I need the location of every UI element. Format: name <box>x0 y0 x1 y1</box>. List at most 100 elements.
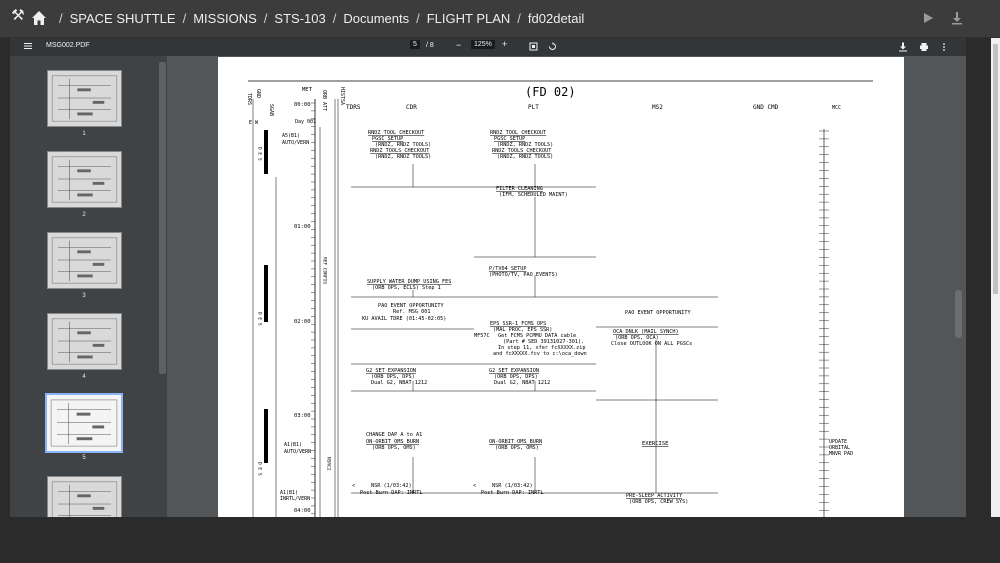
day-label: Day 001 <box>295 119 316 125</box>
water-dump-block: SUPPLY WATER DUMP USING FES (ORB OPS, EC… <box>367 279 451 291</box>
col-header-tdrs: TDRS <box>346 104 361 111</box>
des-label: D E S <box>257 147 263 161</box>
thumbnail-preview <box>51 318 118 365</box>
page-scrollbar-thumb[interactable] <box>993 44 998 294</box>
download-icon[interactable] <box>950 11 964 25</box>
menu-icon[interactable] <box>23 41 33 51</box>
page-thumbnail-5[interactable] <box>45 393 123 453</box>
page-thumbnail-1[interactable] <box>47 70 122 127</box>
col-header-cdr: CDR <box>406 104 417 111</box>
ew-sub-header: E W <box>249 120 259 126</box>
breadcrumb-item-sts-103[interactable]: STS-103 <box>274 11 325 26</box>
thumbnail-preview <box>51 237 118 284</box>
mf57c-label: MF57C <box>474 333 490 339</box>
more-icon[interactable] <box>941 42 947 52</box>
omsp-l2: (ORB OPS, OMS) <box>495 445 539 451</box>
pao-event-block: PAO EVENT OPPORTUNITY Ref. MSG 001 KU AV… <box>362 303 446 322</box>
breadcrumb-item-missions[interactable]: MISSIONS <box>193 11 257 26</box>
breadcrumb-item-current: fd02detail <box>527 11 585 26</box>
orb-att-header: ORB ATT <box>321 90 327 111</box>
ref-config-label: REF CONFIG <box>322 257 328 284</box>
breadcrumb-separator: / <box>182 11 187 26</box>
page-thumbnail-2[interactable] <box>47 151 122 208</box>
col-header-ms2: MS2 <box>652 104 663 111</box>
breadcrumb-item-space-shuttle[interactable]: SPACE SHUTTLE <box>70 11 176 26</box>
page-thumbnail-number: 4 <box>82 374 86 380</box>
dap-l1: CHANGE DAP A to A1 <box>366 432 422 438</box>
sgab-col-header: SGAB <box>268 104 274 116</box>
g2c-l3: Dual G2, NBAT 1212 <box>371 380 427 386</box>
filter-cleaning-block: FILTER CLEANING (IFM, SCHEDULED MAINT) <box>496 186 568 198</box>
met-label-0100: 01:00 <box>294 224 311 230</box>
page-number-input[interactable]: 5 <box>410 40 420 49</box>
rotate-icon[interactable] <box>548 42 557 51</box>
presleep-l2: (ORB OPS, CREW SYS) <box>629 499 688 505</box>
zoom-in-button[interactable]: + <box>502 39 507 49</box>
plt-rndz-block: RNDZ TOOL CHECKOUT PGSC SETUP (RNDZ, RND… <box>490 130 553 160</box>
page-thumbnail-number: 5 <box>82 455 86 461</box>
nsr-cdr-l2: Post Burn DAP: INRTL <box>360 490 422 496</box>
thumbnail-preview <box>50 399 118 447</box>
breadcrumb-item-documents[interactable]: Documents <box>343 11 409 26</box>
viewer-scrollbar[interactable] <box>955 290 962 338</box>
breadcrumb-separator: / <box>263 11 268 26</box>
nsr-vertical-label: NSRC2 <box>326 457 332 471</box>
breadcrumb-separator: / <box>59 11 63 26</box>
water-l2: (ORB OPS, ECLS) Step 1 <box>372 285 441 291</box>
sidebar-scrollbar[interactable] <box>159 62 166 374</box>
attitude-a5: A5(B1) <box>282 133 300 139</box>
play-icon[interactable] <box>921 11 935 25</box>
plt-rndz-l5: (RNDZ, RNDZ TOOLS) <box>497 154 553 160</box>
met-ticks <box>311 102 315 514</box>
g2-plt-block: G2 SET EXPANSION (ORB OPS, DPS) Dual G2,… <box>489 368 550 386</box>
ptv-setup-block: P/TV04 SETUP (PHOTO/TV, PAO EVENTS) <box>489 266 558 278</box>
gnd-col-header: GND <box>255 89 261 98</box>
pdf-page: (FD 02) TDRS GND SGAB E W MET ORB ATT HI… <box>218 57 904 517</box>
svg-text:<: < <box>352 483 355 489</box>
dap-l3: (ORB OPS, OMS) <box>372 445 416 451</box>
dap-block: CHANGE DAP A to A1 ON-ORBIT OMS BURN (OR… <box>366 432 422 451</box>
page-scrollbar[interactable] <box>991 38 1000 517</box>
g2-cdr-block: G2 SET EXPANSION (ORB OPS, DPS) Dual G2,… <box>366 368 427 386</box>
page-thumbnail-4[interactable] <box>47 313 122 370</box>
col-header-gnd-cmd: GND CMD <box>753 104 779 111</box>
met-label-0300: 03:00 <box>294 413 311 419</box>
eps-ssr-block: EPS SSR-1 FCMS OPS (MAL PROC, EPS SSR) M… <box>474 321 587 357</box>
met-label-0000: 00:00 <box>294 102 311 108</box>
attitude-a1: A1(B1) <box>284 442 302 448</box>
attitude-a1-mode: AUTO/VERN <box>284 449 311 455</box>
pdf-viewer[interactable]: (FD 02) TDRS GND SGAB E W MET ORB ATT HI… <box>167 56 966 517</box>
oca-dnlk-block: OCA DNLK (MAIL SYNCH) (ORB OPS, OCA) Clo… <box>611 329 692 347</box>
nsr-cdr-block: < NSR (1/03:42) Post Burn DAP: INRTL <box>352 483 422 496</box>
ms2-pao-event: PAO EVENT OPPORTUNITY <box>625 310 691 316</box>
page-thumbnail-number: 2 <box>82 212 86 218</box>
pdf-download-icon[interactable] <box>898 42 908 52</box>
oca-l3: Close OUTLOOK ON ALL PGSCs <box>611 341 692 347</box>
flight-plan-sheet: (FD 02) TDRS GND SGAB E W MET ORB ATT HI… <box>246 80 873 517</box>
nsr-plt-l1: NSR (1/03:42) <box>492 483 533 489</box>
presleep-block: PRE-SLEEP ACTIVITY (ORB OPS, CREW SYS) <box>626 493 688 505</box>
page-thumbnail-3[interactable] <box>47 232 122 289</box>
zoom-level[interactable]: 125% <box>471 40 495 49</box>
breadcrumb: / SPACE SHUTTLE / MISSIONS / STS-103 / D… <box>52 11 584 26</box>
des-label-2: D E S <box>257 312 263 326</box>
svg-text:<: < <box>473 483 476 489</box>
breadcrumb-separator: / <box>517 11 521 26</box>
bottom-band <box>0 517 1000 563</box>
thumbnail-preview <box>51 75 118 122</box>
fit-page-icon[interactable] <box>529 42 538 51</box>
app-header: ⚒ / SPACE SHUTTLE / MISSIONS / STS-103 /… <box>0 0 1000 38</box>
zoom-out-button[interactable]: − <box>456 40 461 50</box>
met-label-0400: 04:00 <box>294 508 311 514</box>
pdf-filename: MSG002.PDF <box>46 42 90 49</box>
nsr-plt-block: < NSR (1/03:42) Post Burn DAP: INRTL <box>473 483 543 496</box>
breadcrumb-item-flight-plan[interactable]: FLIGHT PLAN <box>427 11 511 26</box>
ptv-l2: (PHOTO/TV, PAO EVENTS) <box>489 272 558 278</box>
oms-plt-block: ON-ORBIT OMS BURN (ORB OPS, OMS) <box>489 439 542 451</box>
print-icon[interactable] <box>919 42 929 52</box>
attitude-a5-mode: AUTO/VERN <box>282 140 309 146</box>
home-icon[interactable] <box>31 10 47 26</box>
met-header: MET <box>302 87 313 93</box>
pao-l2: Ref. MSG 001 <box>393 309 430 315</box>
tools-icon[interactable]: ⚒ <box>8 5 28 25</box>
